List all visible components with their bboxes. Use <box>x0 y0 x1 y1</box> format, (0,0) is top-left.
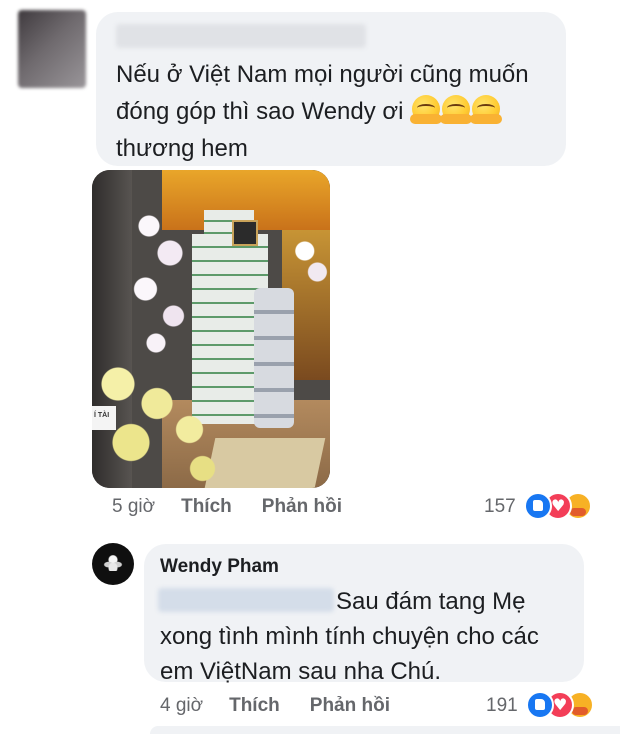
comment-actions: 5 giờ Thích Phản hồi <box>112 496 342 518</box>
like-button[interactable]: Thích <box>181 496 232 518</box>
photo-portrait-frame <box>232 220 258 246</box>
photo-sign-text: Í TÀI <box>94 412 110 419</box>
hugging-face-icon <box>470 95 503 124</box>
reply-text: Sau đám tang Mẹ xong tình mình tính chuy… <box>160 584 580 689</box>
photo-table <box>204 438 326 488</box>
reply-line-1: Sau đám tang Mẹ <box>336 588 526 615</box>
hugging-face-icon <box>410 95 443 124</box>
reaction-count[interactable]: 191 <box>486 695 518 717</box>
hugging-face-icon <box>440 95 473 124</box>
reply-button[interactable]: Phản hồi <box>262 496 342 518</box>
reaction-count[interactable]: 157 <box>484 496 516 518</box>
commenter-avatar[interactable] <box>18 10 86 88</box>
photo-white-flowers-right <box>288 230 330 300</box>
next-comment-bubble-edge <box>150 726 620 734</box>
reply-line-2: xong tình mình tính chuyện cho các <box>160 623 539 650</box>
reply-button[interactable]: Phản hồi <box>310 695 390 717</box>
comment-bubble: Nếu ở Việt Nam mọi người cũng muốn đóng … <box>96 12 566 166</box>
reply-time[interactable]: 4 giờ <box>160 695 203 717</box>
commenter-name-redacted[interactable] <box>116 24 366 48</box>
lotus-icon <box>102 555 124 571</box>
wendy-avatar[interactable] <box>92 543 134 585</box>
reaction-icons[interactable] <box>526 691 606 719</box>
comment-time[interactable]: 5 giờ <box>112 496 155 518</box>
reaction-icons[interactable] <box>524 492 604 520</box>
like-icon <box>524 492 552 520</box>
like-icon <box>526 691 554 719</box>
photo-milk-cans <box>254 288 294 428</box>
comment-photo[interactable]: Í TÀI <box>92 170 330 488</box>
reply-actions: 4 giờ Thích Phản hồi <box>160 695 390 717</box>
comment-text: Nếu ở Việt Nam mọi người cũng muốn đóng … <box>116 56 546 167</box>
reply-line-3: em ViệtNam sau nha Chú. <box>160 658 442 685</box>
photo-white-orchids <box>128 190 198 370</box>
like-button[interactable]: Thích <box>229 695 280 717</box>
reply-bubble: Wendy Pham Sau đám tang Mẹ xong tình mìn… <box>144 544 584 685</box>
reply-author[interactable]: Wendy Pham <box>160 556 279 578</box>
comment-body-end: thương hem <box>116 135 248 162</box>
